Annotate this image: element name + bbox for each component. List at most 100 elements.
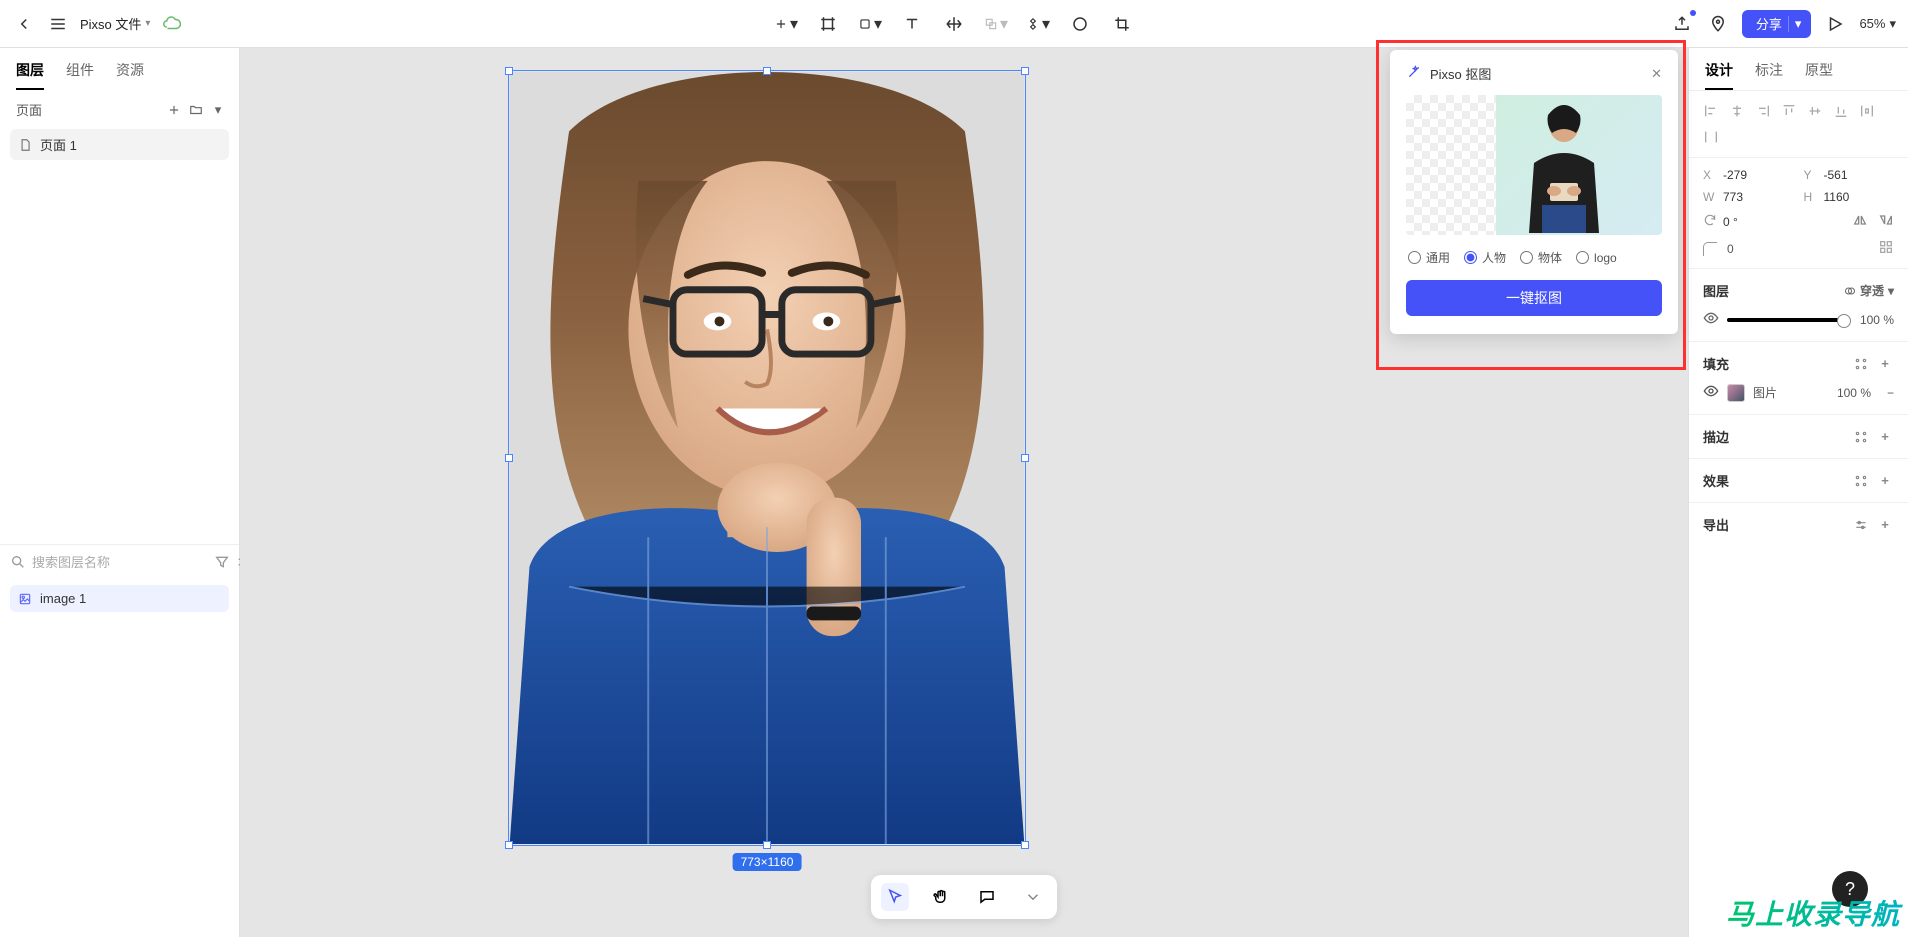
shape-tool[interactable]: ▾ <box>858 12 882 36</box>
zoom-value: 65% <box>1859 16 1885 31</box>
resize-handle[interactable] <box>505 67 513 75</box>
cutout-plugin-panel[interactable]: Pixso 抠图 ✕ 通用 人物 物体 logo 一键抠图 <box>1390 50 1678 334</box>
flip-horizontal-icon[interactable] <box>1852 212 1868 231</box>
distribute-h-icon[interactable] <box>1857 101 1877 121</box>
tab-prototype[interactable]: 原型 <box>1805 60 1833 90</box>
add-stroke-button[interactable]: + <box>1876 428 1894 446</box>
location-icon[interactable] <box>1706 12 1730 36</box>
effects-section-title: 效果 <box>1703 471 1729 490</box>
menu-button[interactable] <box>46 12 70 36</box>
top-toolbar: Pixso 文件 ▾ ▾ ▾ ▾ ▾ <box>0 0 1908 48</box>
align-hcenter-icon[interactable] <box>1727 101 1747 121</box>
tab-components[interactable]: 组件 <box>66 60 94 90</box>
add-fill-button[interactable]: + <box>1876 355 1894 373</box>
export-section: 导出 + <box>1689 502 1908 546</box>
text-tool[interactable] <box>900 12 924 36</box>
align-top-icon[interactable] <box>1779 101 1799 121</box>
boolean-tool[interactable]: ▾ <box>984 12 1008 36</box>
chevron-down-icon: ▾ <box>145 18 150 29</box>
tab-design[interactable]: 设计 <box>1705 60 1733 90</box>
play-button[interactable] <box>1823 12 1847 36</box>
resize-handle[interactable] <box>1021 454 1029 462</box>
page-name: 页面 1 <box>40 135 77 154</box>
y-field[interactable]: Y-561 <box>1804 168 1895 182</box>
align-vcenter-icon[interactable] <box>1805 101 1825 121</box>
add-tool[interactable]: ▾ <box>774 12 798 36</box>
x-field[interactable]: X-279 <box>1703 168 1794 182</box>
option-general[interactable]: 通用 <box>1408 249 1450 266</box>
frame-tool[interactable] <box>816 12 840 36</box>
align-right-icon[interactable] <box>1753 101 1773 121</box>
more-tools-dropdown[interactable] <box>1019 883 1047 911</box>
align-more-icon[interactable] <box>1701 127 1721 147</box>
chevron-down-icon: ▾ <box>1889 16 1896 32</box>
cloud-sync-icon[interactable] <box>160 12 184 36</box>
watermark-text: 马上收录导航 <box>1718 889 1908 937</box>
corner-radius-field[interactable]: 0 <box>1703 239 1894 258</box>
tab-assets[interactable]: 资源 <box>116 60 144 90</box>
add-export-button[interactable]: + <box>1876 516 1894 534</box>
resize-handle[interactable] <box>1021 841 1029 849</box>
align-bottom-icon[interactable] <box>1831 101 1851 121</box>
align-left-icon[interactable] <box>1701 101 1721 121</box>
resize-handle[interactable] <box>763 67 771 75</box>
export-settings-icon[interactable] <box>1852 516 1870 534</box>
add-effect-button[interactable]: + <box>1876 472 1894 490</box>
blend-mode-dropdown[interactable]: 穿透 ▾ <box>1844 282 1894 299</box>
hand-tool[interactable] <box>927 883 955 911</box>
back-button[interactable] <box>12 12 36 36</box>
tab-layers[interactable]: 图层 <box>16 60 44 90</box>
fill-swatch[interactable] <box>1727 384 1745 402</box>
fill-style-icon[interactable] <box>1852 355 1870 373</box>
component-tool[interactable]: ▾ <box>1026 12 1050 36</box>
layer-name: image 1 <box>40 591 86 606</box>
file-title-dropdown[interactable]: Pixso 文件 ▾ <box>80 14 150 33</box>
export-icon[interactable] <box>1670 12 1694 36</box>
move-tool[interactable] <box>942 12 966 36</box>
fill-section-title: 填充 <box>1703 354 1729 373</box>
visibility-toggle[interactable] <box>1703 310 1719 329</box>
remove-fill-button[interactable]: − <box>1887 386 1894 400</box>
filter-icon[interactable] <box>214 553 230 571</box>
chevron-down-icon: ▾ <box>874 14 882 34</box>
tab-annotate[interactable]: 标注 <box>1755 60 1783 90</box>
file-title-text: Pixso 文件 <box>80 14 141 33</box>
page-item[interactable]: 页面 1 <box>10 129 229 160</box>
w-field[interactable]: W773 <box>1703 190 1794 204</box>
fill-section: 填充 + 图片 100 % − <box>1689 341 1908 414</box>
crop-tool[interactable] <box>1110 12 1134 36</box>
comment-tool[interactable] <box>973 883 1001 911</box>
canvas-image <box>510 72 1024 844</box>
layer-item-selected[interactable]: image 1 <box>10 585 229 612</box>
resize-handle[interactable] <box>763 841 771 849</box>
one-click-cutout-button[interactable]: 一键抠图 <box>1406 280 1662 316</box>
close-icon[interactable]: ✕ <box>1651 66 1662 82</box>
chevron-down-icon[interactable]: ▾ <box>1788 16 1802 32</box>
right-panel-tabs: 设计 标注 原型 <box>1689 48 1908 91</box>
effects-style-icon[interactable] <box>1852 472 1870 490</box>
h-field[interactable]: H1160 <box>1804 190 1895 204</box>
rotation-field[interactable]: 0 ° <box>1703 212 1794 231</box>
flip-vertical-icon[interactable] <box>1878 212 1894 231</box>
opacity-slider[interactable] <box>1727 318 1846 322</box>
add-page-button[interactable] <box>165 101 183 119</box>
selection-frame[interactable]: 773×1160 <box>508 70 1026 846</box>
visibility-toggle[interactable] <box>1703 383 1719 402</box>
resize-handle[interactable] <box>505 841 513 849</box>
resize-handle[interactable] <box>505 454 513 462</box>
zoom-dropdown[interactable]: 65% ▾ <box>1859 16 1896 32</box>
resize-handle[interactable] <box>1021 67 1029 75</box>
pages-collapse-button[interactable]: ▾ <box>209 101 227 119</box>
layer-search-input[interactable] <box>32 555 208 570</box>
pages-label: 页面 <box>16 100 42 119</box>
stroke-style-icon[interactable] <box>1852 428 1870 446</box>
stroke-section: 描边 + <box>1689 414 1908 458</box>
option-object[interactable]: 物体 <box>1520 249 1562 266</box>
option-person[interactable]: 人物 <box>1464 249 1506 266</box>
share-button[interactable]: 分享 ▾ <box>1742 10 1812 38</box>
pages-folder-button[interactable] <box>187 101 205 119</box>
ellipse-tool[interactable] <box>1068 12 1092 36</box>
independent-corners-icon[interactable] <box>1878 239 1894 258</box>
option-logo[interactable]: logo <box>1576 249 1617 266</box>
pointer-tool[interactable] <box>881 883 909 911</box>
